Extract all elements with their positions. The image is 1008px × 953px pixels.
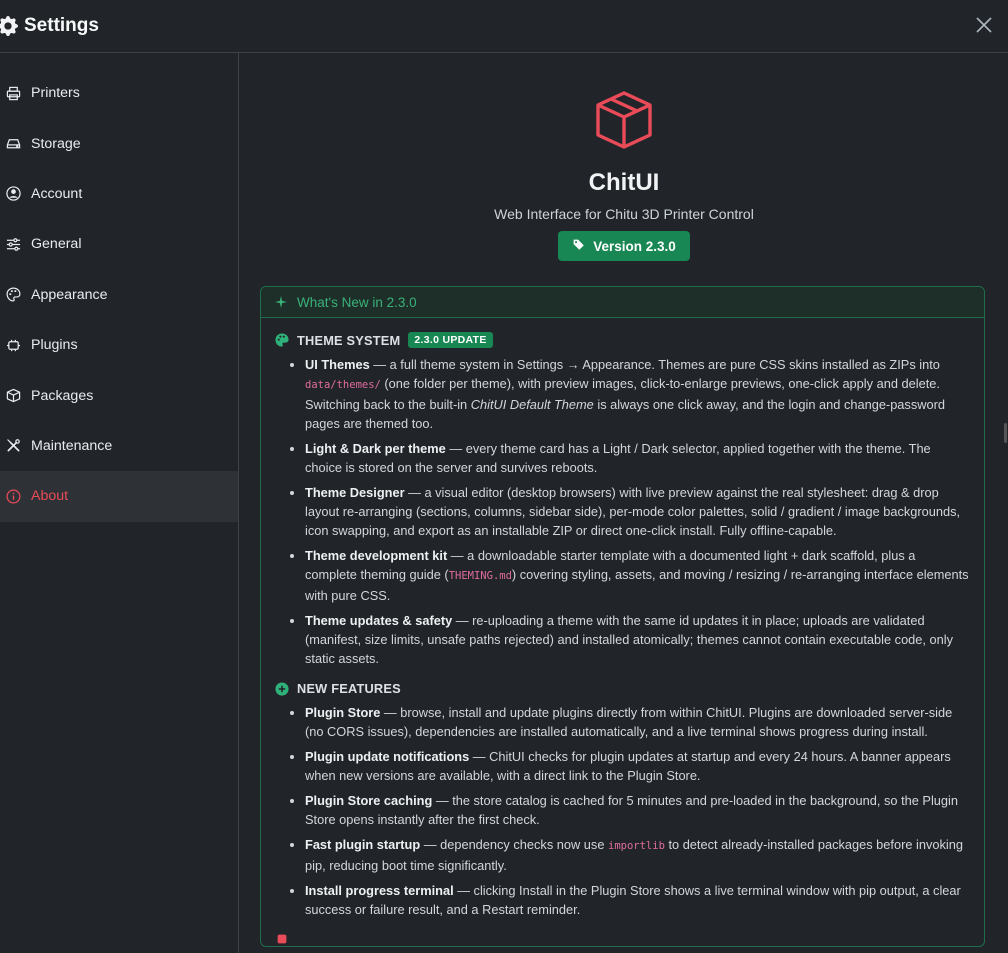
item-title: Fast plugin startup bbox=[305, 837, 421, 852]
list-item: Plugin update notifications — ChitUI che… bbox=[305, 747, 970, 785]
list-item: Fast plugin startup — dependency checks … bbox=[305, 835, 970, 875]
tools-icon bbox=[5, 438, 21, 454]
item-code: data/themes/ bbox=[305, 379, 381, 391]
new-features-title: NEW FEATURES bbox=[297, 681, 401, 696]
app-name: ChitUI bbox=[588, 169, 660, 196]
main-scrollbar[interactable] bbox=[1002, 53, 1008, 953]
sidebar-item-label: About bbox=[31, 488, 69, 505]
item-emphasis: ChitUI Default Theme bbox=[470, 397, 594, 412]
item-title: Theme development kit bbox=[305, 548, 448, 563]
box-icon bbox=[5, 388, 21, 404]
item-title: Install progress terminal bbox=[305, 883, 454, 898]
box-logo-icon bbox=[592, 89, 656, 153]
list-item: Plugin Store — browse, install and updat… bbox=[305, 703, 970, 741]
sidebar-item-label: Account bbox=[31, 185, 83, 202]
sidebar-item-appearance[interactable]: Appearance bbox=[0, 270, 238, 320]
list-item: Install progress terminal — clicking Ins… bbox=[305, 881, 970, 919]
theme-system-title: THEME SYSTEM bbox=[297, 332, 401, 348]
settings-title: Settings bbox=[24, 15, 99, 36]
printer-icon bbox=[5, 85, 21, 101]
bug-icon bbox=[275, 932, 289, 946]
item-title: Plugin Store bbox=[305, 705, 381, 720]
person-circle-icon bbox=[5, 186, 21, 202]
settings-sidebar: Printers Storage Account General Appeara… bbox=[0, 53, 239, 953]
item-text: — browse, install and update plugins dir… bbox=[305, 705, 953, 739]
item-text: — dependency checks now use bbox=[420, 837, 608, 852]
item-title: Plugin Store caching bbox=[305, 793, 433, 808]
plugin-icon bbox=[5, 337, 21, 353]
whats-new-body: THEME SYSTEM 2.3.0 UPDATE UI Themes — a … bbox=[261, 318, 984, 946]
gear-icon bbox=[0, 16, 18, 36]
new-features-heading: NEW FEATURES bbox=[275, 681, 970, 696]
plus-circle-icon bbox=[275, 681, 289, 696]
sidebar-item-general[interactable]: General bbox=[0, 219, 238, 269]
palette-icon bbox=[275, 333, 289, 347]
whats-new-header: What's New in 2.3.0 bbox=[261, 287, 984, 318]
item-title: Theme updates & safety bbox=[305, 613, 453, 628]
item-title: Light & Dark per theme bbox=[305, 441, 446, 456]
sidebar-item-about[interactable]: About bbox=[0, 471, 238, 522]
sparkle-icon bbox=[275, 296, 287, 308]
bug-fixes-heading bbox=[275, 932, 970, 946]
version-label: Version 2.3.0 bbox=[593, 238, 676, 254]
sidebar-item-label: Printers bbox=[31, 85, 80, 102]
item-text: — a full theme system in Settings → Appe… bbox=[369, 357, 940, 372]
header-title-group: Settings bbox=[0, 15, 99, 37]
new-features-list: Plugin Store — browse, install and updat… bbox=[305, 703, 970, 919]
item-title: Plugin update notifications bbox=[305, 749, 470, 764]
whats-new-title: What's New in 2.3.0 bbox=[297, 294, 417, 310]
item-code: THEMING.md bbox=[448, 570, 512, 582]
item-title: UI Themes bbox=[305, 357, 370, 372]
sidebar-item-account[interactable]: Account bbox=[0, 169, 238, 219]
list-item: UI Themes — a full theme system in Setti… bbox=[305, 355, 970, 433]
list-item: Theme updates & safety — re-uploading a … bbox=[305, 611, 970, 668]
list-item: Plugin Store caching — the store catalog… bbox=[305, 791, 970, 829]
sidebar-item-label: Storage bbox=[31, 135, 81, 152]
palette-icon bbox=[5, 287, 21, 303]
whats-new-card: What's New in 2.3.0 THEME SYSTEM 2.3.0 U… bbox=[260, 286, 985, 947]
hdd-icon bbox=[5, 136, 21, 152]
list-item: Light & Dark per theme — every theme car… bbox=[305, 439, 970, 477]
sidebar-item-label: Maintenance bbox=[31, 437, 113, 454]
sliders-icon bbox=[5, 236, 21, 252]
list-item: Theme development kit — a downloadable s… bbox=[305, 546, 970, 605]
item-title: Theme Designer bbox=[305, 485, 405, 500]
sidebar-item-plugins[interactable]: Plugins bbox=[0, 320, 238, 370]
version-badge: Version 2.3.0 bbox=[558, 231, 690, 261]
sidebar-item-label: Packages bbox=[31, 387, 94, 404]
settings-header: Settings bbox=[0, 0, 1008, 53]
tag-icon bbox=[572, 238, 585, 254]
close-icon[interactable] bbox=[974, 15, 994, 35]
scrollbar-thumb[interactable] bbox=[1004, 423, 1007, 443]
about-hero: ChitUI Web Interface for Chitu 3D Printe… bbox=[240, 53, 1008, 261]
about-panel: ChitUI Web Interface for Chitu 3D Printe… bbox=[240, 53, 1008, 953]
info-circle-icon bbox=[5, 488, 21, 504]
app-subtitle: Web Interface for Chitu 3D Printer Contr… bbox=[494, 206, 754, 222]
sidebar-item-maintenance[interactable]: Maintenance bbox=[0, 421, 238, 471]
sidebar-item-packages[interactable]: Packages bbox=[0, 370, 238, 420]
sidebar-item-printers[interactable]: Printers bbox=[0, 68, 238, 118]
sidebar-item-label: Plugins bbox=[31, 337, 78, 354]
list-item: Theme Designer — a visual editor (deskto… bbox=[305, 483, 970, 540]
theme-system-heading: THEME SYSTEM 2.3.0 UPDATE bbox=[275, 332, 970, 348]
sidebar-item-label: Appearance bbox=[31, 286, 108, 303]
item-code: importlib bbox=[608, 840, 665, 852]
update-badge: 2.3.0 UPDATE bbox=[408, 332, 493, 348]
sidebar-item-label: General bbox=[31, 236, 82, 253]
sidebar-item-storage[interactable]: Storage bbox=[0, 118, 238, 168]
theme-system-list: UI Themes — a full theme system in Setti… bbox=[305, 355, 970, 668]
